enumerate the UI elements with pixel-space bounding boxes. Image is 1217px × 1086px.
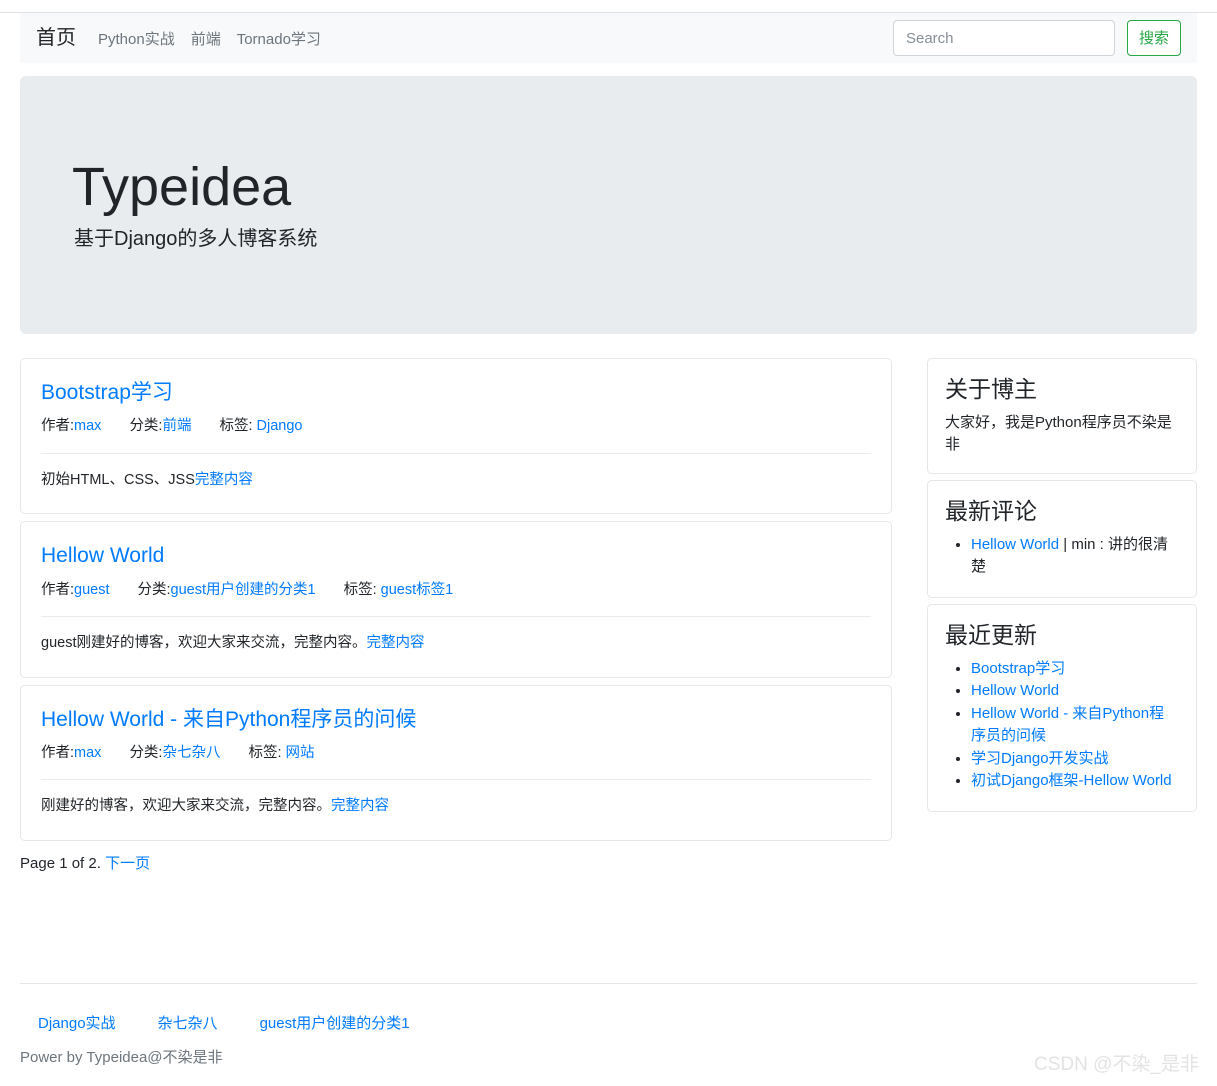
nav-link-tornado[interactable]: Tornado学习 [237,31,321,48]
list-item: 学习Django开发实战 [971,748,1179,770]
footer-link-django-practice[interactable]: Django实战 [38,1012,116,1033]
navbar-brand-home[interactable]: 首页 [36,28,76,48]
post-author-group: 作者:guest [41,580,110,600]
post-card: Hellow World - 来自Python程序员的问候 作者:max 分类:… [20,684,892,841]
post-author-group: 作者:max [41,416,101,436]
category-label: 分类: [129,744,163,761]
recent-post-link[interactable]: 学习Django开发实战 [971,750,1109,767]
recent-post-link[interactable]: 初试Django框架-Hellow World [971,772,1172,789]
jumbotron-banner: Typeidea 基于Django的多人博客系统 [20,76,1197,334]
tag-label: 标签: [219,418,257,435]
category-link[interactable]: 杂七杂八 [162,745,220,761]
sidebar-column: 关于博主 大家好，我是Python程序员不染是非 最新评论 Hellow Wor… [927,358,1197,818]
list-item: Hellow World [971,680,1179,702]
post-tag-group: 标签: guest标签1 [344,580,454,600]
search-submit-button[interactable]: 搜索 [1126,20,1181,56]
post-title-link[interactable]: Hellow World - 来自Python程序员的问候 [41,707,871,733]
nav-item-tornado: Tornado学习 [237,28,321,49]
author-label: 作者: [41,418,75,435]
site-title: Typeidea [72,157,292,218]
csdn-watermark: CSDN @不染_是非 [1034,1054,1199,1075]
post-author-group: 作者:max [41,743,101,763]
list-item: Hellow World - 来自Python程序员的问候 [971,703,1179,747]
tag-link[interactable]: guest标签1 [381,582,454,598]
tag-link[interactable]: 网站 [286,745,315,761]
author-label: 作者: [41,744,75,761]
search-input[interactable] [892,20,1115,56]
recent-post-link[interactable]: Hellow World - 来自Python程序员的问候 [971,705,1164,744]
pagination: Page 1 of 2. 下一页 [20,852,892,873]
search-form: 搜索 [892,20,1181,56]
post-readmore-link[interactable]: 完整内容 [195,472,253,488]
post-title-link[interactable]: Bootstrap学习 [41,380,871,406]
author-link[interactable]: max [74,418,101,434]
recent-post-link[interactable]: Bootstrap学习 [971,660,1065,677]
content-row: Bootstrap学习 作者:max 分类:前端 标签: Django 初始HT… [20,358,1197,873]
footer-category-links: Django实战 杂七杂八 guest用户创建的分类1 [20,1012,1197,1033]
post-excerpt: guest刚建好的博客，欢迎大家来交流，完整内容。完整内容 [41,633,871,655]
footer-copyright: Power by Typeidea@不染是非 [20,1049,223,1066]
site-subtitle: 基于Django的多人博客系统 [74,227,318,250]
pagination-next-link[interactable]: 下一页 [105,855,150,872]
nav-item-python: Python实战 [98,28,175,49]
comments-title: 最新评论 [945,498,1037,525]
top-navbar: 首页 Python实战 前端 Tornado学习 搜索 [20,13,1197,63]
post-excerpt-text: 初始HTML、CSS、JSS [41,471,195,488]
post-meta: 作者:max 分类:杂七杂八 标签: 网站 [41,743,871,781]
footer-divider [20,983,1197,984]
tag-link[interactable]: Django [257,418,303,434]
author-link[interactable]: guest [74,582,109,598]
post-readmore-link[interactable]: 完整内容 [366,635,424,651]
post-category-group: 分类:guest用户创建的分类1 [138,580,316,600]
post-card: Bootstrap学习 作者:max 分类:前端 标签: Django 初始HT… [20,358,892,515]
post-meta: 作者:max 分类:前端 标签: Django [41,416,871,454]
post-meta: 作者:guest 分类:guest用户创建的分类1 标签: guest标签1 [41,580,871,617]
tag-label: 标签: [343,581,381,598]
list-item: Bootstrap学习 [971,658,1179,680]
recent-title: 最近更新 [945,621,1037,648]
sidebar-about-card: 关于博主 大家好，我是Python程序员不染是非 [927,358,1197,475]
list-item: 初试Django框架-Hellow World [971,770,1179,792]
sidebar-comments-card: 最新评论 Hellow World | min : 讲的很清楚 [927,480,1197,598]
post-excerpt: 初始HTML、CSS、JSS完整内容 [41,470,871,492]
navbar-nav-list: Python实战 前端 Tornado学习 [98,28,893,49]
pagination-status: Page 1 of 2. [20,854,106,872]
category-link[interactable]: 前端 [162,418,191,434]
list-item: Hellow World | min : 讲的很清楚 [971,534,1179,578]
footer-link-guest-category[interactable]: guest用户创建的分类1 [260,1012,410,1033]
page-root: 首页 Python实战 前端 Tornado学习 搜索 Typeidea 基于D… [0,0,1217,1086]
post-list-column: Bootstrap学习 作者:max 分类:前端 标签: Django 初始HT… [20,358,892,873]
post-title-link[interactable]: Hellow World [41,543,871,569]
post-category-group: 分类:杂七杂八 [129,743,220,763]
post-card: Hellow World 作者:guest 分类:guest用户创建的分类1 标… [20,521,892,678]
recent-post-link[interactable]: Hellow World [971,682,1059,699]
comments-list: Hellow World | min : 讲的很清楚 [945,534,1179,578]
post-excerpt: 刚建好的博客，欢迎大家来交流，完整内容。完整内容 [41,796,871,818]
comment-post-link[interactable]: Hellow World [971,536,1059,553]
page-footer: Django实战 杂七杂八 guest用户创建的分类1 Power by Typ… [20,983,1197,1067]
category-link[interactable]: guest用户创建的分类1 [171,582,316,598]
author-link[interactable]: max [74,745,101,761]
tag-label: 标签: [248,744,286,761]
page-container: 首页 Python实战 前端 Tornado学习 搜索 Typeidea 基于D… [20,13,1197,873]
sidebar-recent-card: 最近更新 Bootstrap学习 Hellow World Hellow Wor… [927,603,1197,813]
recent-list: Bootstrap学习 Hellow World Hellow World - … [945,658,1179,793]
nav-link-python[interactable]: Python实战 [98,31,175,48]
post-readmore-link[interactable]: 完整内容 [331,798,389,814]
author-label: 作者: [41,581,75,598]
post-tag-group: 标签: 网站 [248,743,314,763]
nav-link-frontend[interactable]: 前端 [191,31,221,48]
post-tag-group: 标签: Django [219,416,302,436]
post-excerpt-text: 刚建好的博客，欢迎大家来交流，完整内容。 [41,798,331,815]
about-text: 大家好，我是Python程序员不染是非 [945,413,1172,453]
about-title: 关于博主 [945,376,1037,402]
footer-link-misc[interactable]: 杂七杂八 [158,1012,218,1033]
post-excerpt-text: guest刚建好的博客，欢迎大家来交流，完整内容。 [41,634,367,651]
category-label: 分类: [129,418,163,435]
category-label: 分类: [137,581,171,598]
nav-item-frontend: 前端 [191,28,221,49]
post-category-group: 分类:前端 [129,416,191,436]
